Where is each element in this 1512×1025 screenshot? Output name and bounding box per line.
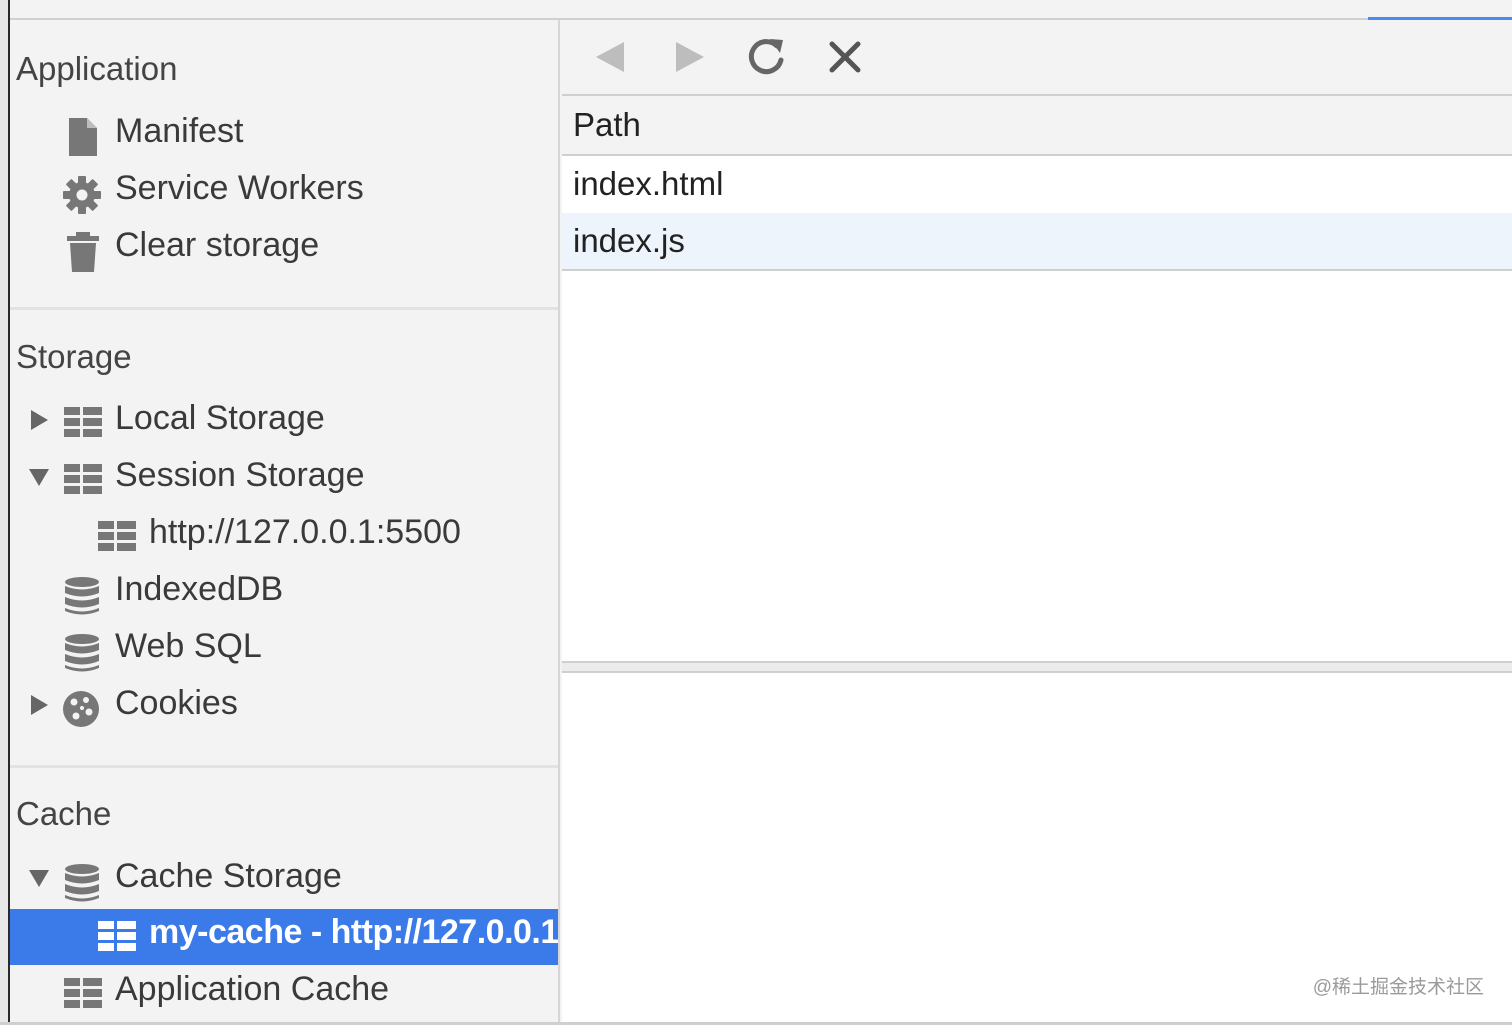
database-icon (64, 633, 102, 672)
table-cell-path: index.js (573, 222, 685, 259)
sidebar-item-label: Service Workers (115, 169, 364, 207)
sidebar-item-web-sql[interactable]: Web SQL (10, 623, 558, 679)
sidebar-item-label: Web SQL (115, 627, 262, 665)
sidebar-item-label: my-cache - http://127.0.0.1 (149, 913, 559, 951)
database-icon (64, 576, 102, 615)
sidebar-item-label: Session Storage (115, 456, 365, 494)
sidebar-item-manifest[interactable]: Manifest (10, 108, 558, 164)
sidebar-item-local-storage[interactable]: Local Storage (10, 395, 558, 451)
database-icon (64, 863, 102, 902)
sidebar-item-label: http://127.0.0.1:5500 (149, 513, 461, 551)
table-row[interactable]: index.html (562, 156, 1512, 213)
sidebar-item-my-cache[interactable]: my-cache - http://127.0.0.1 (10, 909, 558, 965)
sidebar-item-cookies[interactable]: Cookies (10, 680, 558, 736)
sidebar-item-session-origin[interactable]: http://127.0.0.1:5500 (10, 509, 558, 565)
sidebar-item-label: Clear storage (115, 226, 320, 264)
sidebar-item-indexeddb[interactable]: IndexedDB (10, 566, 558, 622)
table-row[interactable]: index.js (562, 213, 1512, 270)
grid-icon (64, 976, 102, 1014)
cookie-icon (62, 690, 100, 728)
application-sidebar: Application Manifest Service Workers Cle… (10, 20, 560, 1025)
sidebar-item-service-workers[interactable]: Service Workers (10, 165, 558, 221)
column-header-path[interactable]: Path (562, 96, 1512, 156)
sidebar-item-label: Application Cache (115, 970, 390, 1008)
sidebar-item-application-cache[interactable]: Application Cache (10, 966, 558, 1022)
collapse-triangle-icon[interactable] (28, 466, 50, 488)
back-arrow-icon[interactable] (590, 36, 632, 78)
expand-triangle-icon[interactable] (28, 694, 50, 716)
sidebar-item-label: Cookies (115, 684, 238, 722)
section-title-storage: Storage (16, 338, 132, 375)
cache-storage-panel: Path index.html index.js (562, 20, 1512, 1025)
table-cell-path: index.html (573, 165, 724, 202)
collapse-triangle-icon[interactable] (28, 867, 50, 889)
close-icon[interactable] (824, 36, 866, 78)
sidebar-item-label: Cache Storage (115, 857, 342, 895)
grid-icon (98, 919, 136, 957)
window-left-edge (0, 0, 10, 1025)
sidebar-item-label: Manifest (115, 112, 244, 150)
grid-icon (64, 462, 102, 500)
column-header-label: Path (573, 106, 641, 143)
sidebar-item-clear-storage[interactable]: Clear storage (10, 222, 558, 278)
top-tab-strip (0, 0, 1512, 20)
trash-icon (64, 232, 102, 272)
document-icon (64, 118, 102, 156)
section-divider (10, 765, 558, 768)
cache-toolbar (562, 20, 1512, 96)
grid-icon (98, 519, 136, 557)
sidebar-item-label: IndexedDB (115, 570, 284, 608)
pane-splitter[interactable] (562, 661, 1512, 673)
gear-icon (62, 175, 101, 214)
section-divider (10, 307, 558, 310)
watermark: @稀土掘金技术社区 (1312, 977, 1484, 998)
table-bottom-border (562, 269, 1512, 271)
forward-arrow-icon[interactable] (668, 36, 710, 78)
grid-icon (64, 405, 102, 443)
section-title-application: Application (16, 50, 178, 87)
section-title-cache: Cache (16, 795, 112, 832)
sidebar-item-cache-storage[interactable]: Cache Storage (10, 853, 558, 909)
refresh-icon[interactable] (746, 36, 788, 78)
expand-triangle-icon[interactable] (28, 409, 50, 431)
sidebar-item-label: Local Storage (115, 399, 325, 437)
sidebar-item-session-storage[interactable]: Session Storage (10, 452, 558, 508)
